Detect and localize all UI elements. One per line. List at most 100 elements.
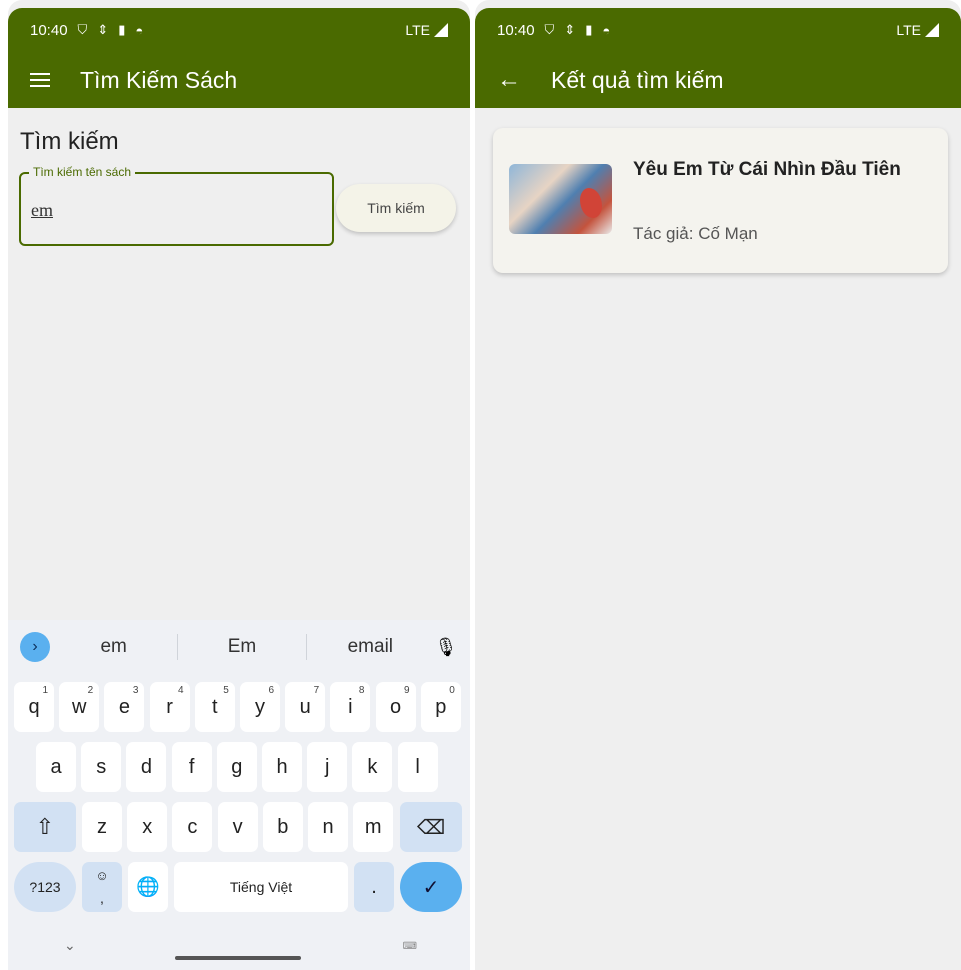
emoji-comma-key[interactable]: ☺, — [82, 862, 122, 912]
key-hint: 8 — [358, 685, 365, 696]
book-title: Yêu Em Từ Cái Nhìn Đầu Tiên — [633, 159, 901, 180]
key-label: y — [255, 695, 265, 718]
network-type: LTE — [405, 22, 430, 38]
key-b[interactable]: b — [262, 802, 303, 852]
sd-card-icon: ▮ — [585, 22, 593, 37]
menu-icon[interactable] — [30, 73, 50, 87]
space-key[interactable]: Tiếng Việt — [174, 862, 348, 912]
key-label: e — [118, 695, 130, 718]
shift-icon: ⇧ — [35, 814, 55, 839]
key-hint: 7 — [313, 685, 320, 696]
key-label: n — [322, 815, 334, 838]
suggestion-2[interactable]: Em — [178, 636, 305, 658]
app-bar: Tìm Kiếm Sách — [8, 52, 470, 108]
enter-key[interactable]: ✓ — [400, 862, 462, 912]
suggestion-bar: › em Em email 🎙 — [8, 620, 470, 674]
keyboard-switch-icon[interactable]: ⌨ — [403, 941, 418, 952]
key-x[interactable]: x — [127, 802, 168, 852]
key-label: Tiếng Việt — [229, 879, 293, 895]
field-label: Tìm kiếm tên sách — [29, 165, 136, 179]
status-time: 10:40 — [30, 21, 68, 39]
key-g[interactable]: g — [216, 742, 257, 792]
key-label: v — [232, 815, 243, 838]
navigation-bar: ⌄ ⌨ — [8, 930, 470, 964]
book-search-input[interactable] — [31, 200, 311, 221]
key-label: a — [50, 755, 62, 778]
key-hint: 1 — [42, 685, 48, 696]
backspace-key[interactable]: ⌫ — [400, 802, 462, 852]
period-key[interactable]: . — [354, 862, 394, 912]
key-n[interactable]: n — [308, 802, 348, 852]
book-cover-image — [509, 164, 612, 234]
key-s[interactable]: s — [81, 742, 122, 792]
key-i[interactable]: i8 — [330, 682, 371, 732]
key-hint: 4 — [178, 685, 184, 696]
shield-icon: ⛉ — [77, 22, 88, 37]
key-f[interactable]: f — [171, 742, 212, 792]
key-r[interactable]: r4 — [149, 682, 190, 732]
key-z[interactable]: z — [82, 802, 122, 852]
key-u[interactable]: u7 — [285, 682, 326, 732]
backspace-icon: ⌫ — [416, 816, 446, 839]
key-label: l — [415, 755, 420, 778]
key-label: c — [187, 815, 198, 838]
search-screen: 10:40 ⛉ ⇕ ▮ ◓ LTE Tìm Kiếm Sách Tìm kiếm… — [8, 0, 470, 970]
home-handle[interactable] — [175, 956, 301, 960]
key-a[interactable]: a — [36, 742, 76, 792]
key-label: u — [299, 695, 311, 718]
key-q[interactable]: q1 — [14, 682, 54, 732]
key-hint: 3 — [132, 685, 139, 696]
page-title: Tìm Kiếm Sách — [80, 66, 238, 93]
status-bar: 10:40 ⛉ ⇕ ▮ ◓ LTE — [475, 8, 961, 52]
key-label: i — [348, 695, 353, 718]
key-label: o — [390, 695, 402, 718]
microphone-icon[interactable]: 🎙 — [434, 637, 458, 658]
key-t[interactable]: t5 — [194, 682, 235, 732]
sd-card-icon: ▮ — [118, 22, 126, 37]
sync-icon: ◓ — [602, 22, 611, 38]
language-key[interactable]: 🌐 — [128, 862, 168, 912]
results-screen: 10:40 ⛉ ⇕ ▮ ◓ LTE ← Kết quả tìm kiếm Yêu… — [475, 0, 961, 970]
key-j[interactable]: j — [307, 742, 348, 792]
book-author: Tác giả: Cố Mạn — [633, 224, 758, 244]
key-v[interactable]: v — [217, 802, 258, 852]
key-label: z — [97, 815, 107, 838]
key-label: k — [367, 755, 378, 778]
author-label: Tác giả: — [633, 224, 694, 243]
app-bar: ← Kết quả tìm kiếm — [475, 52, 961, 108]
key-label: ?123 — [29, 879, 61, 895]
emoji-icon: ☺ — [95, 868, 109, 883]
key-label: x — [142, 815, 153, 838]
back-arrow-icon[interactable]: ← — [497, 68, 521, 92]
key-label: f — [188, 755, 195, 778]
key-m[interactable]: m — [353, 802, 394, 852]
book-result-card[interactable]: Yêu Em Từ Cái Nhìn Đầu Tiên Tác giả: Cố … — [493, 128, 948, 273]
network-type: LTE — [896, 22, 921, 38]
key-o[interactable]: o9 — [375, 682, 416, 732]
chevron-down-icon[interactable]: ⌄ — [64, 937, 76, 954]
key-e[interactable]: e3 — [104, 682, 145, 732]
symbols-key[interactable]: ?123 — [14, 862, 76, 912]
network-indicator: LTE — [405, 22, 448, 38]
key-c[interactable]: c — [172, 802, 213, 852]
key-label: t — [212, 695, 218, 718]
key-label: q — [28, 695, 40, 718]
book-search-field[interactable]: Tìm kiếm tên sách — [19, 165, 334, 246]
key-label: m — [364, 815, 382, 838]
suggestion-3[interactable]: email — [307, 636, 434, 658]
key-y[interactable]: y6 — [240, 682, 280, 732]
chevron-right-icon[interactable]: › — [20, 632, 50, 662]
page-title: Kết quả tìm kiếm — [551, 66, 724, 93]
key-k[interactable]: k — [352, 742, 393, 792]
key-w[interactable]: w2 — [59, 682, 100, 732]
check-icon: ✓ — [422, 876, 440, 899]
shift-key[interactable]: ⇧ — [14, 802, 76, 852]
key-label: d — [140, 755, 152, 778]
key-d[interactable]: d — [126, 742, 167, 792]
key-h[interactable]: h — [262, 742, 302, 792]
suggestion-1[interactable]: em — [50, 636, 177, 658]
key-p[interactable]: p0 — [420, 682, 461, 732]
key-l[interactable]: l — [397, 742, 438, 792]
sync-icon: ◓ — [135, 22, 144, 38]
search-button[interactable]: Tìm kiếm — [336, 184, 456, 232]
